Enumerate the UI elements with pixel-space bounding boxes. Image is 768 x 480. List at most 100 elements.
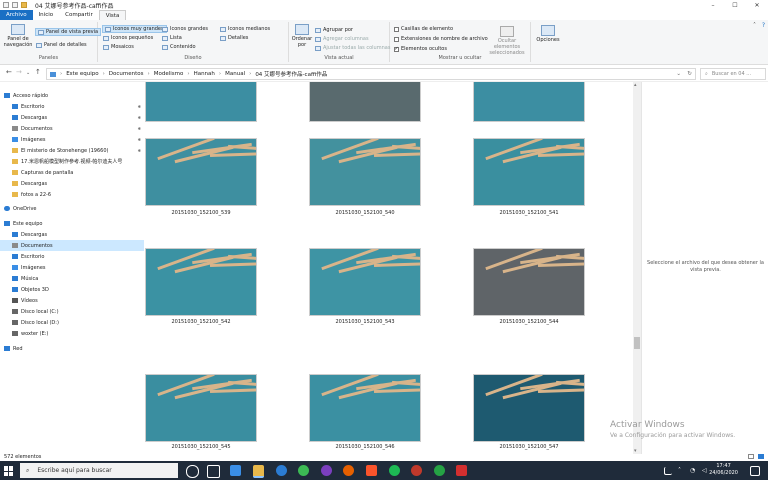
close-button[interactable]: ✕ bbox=[746, 0, 768, 10]
nav-imagenes[interactable]: Imágenes ✱ bbox=[0, 134, 144, 145]
maximize-button[interactable]: ☐ bbox=[724, 0, 746, 10]
nav-pc-escritorio[interactable]: Escritorio bbox=[0, 251, 144, 262]
nav-pc-objetos3d[interactable]: Objetos 3D bbox=[0, 284, 144, 295]
refresh-icon[interactable]: ↻ bbox=[687, 71, 692, 77]
breadcrumb-hannah[interactable]: Hannah bbox=[194, 71, 215, 77]
file-thumbnail[interactable] bbox=[473, 374, 585, 442]
medium-icons-button[interactable]: Iconos medianos bbox=[220, 26, 270, 32]
edge-icon[interactable] bbox=[230, 465, 241, 476]
whatsapp-icon[interactable] bbox=[434, 465, 445, 476]
details-pane-button[interactable]: Panel de detalles bbox=[36, 42, 87, 48]
fit-columns-button[interactable]: Ajustar todas las columnas bbox=[315, 45, 390, 51]
file-thumbnail[interactable] bbox=[145, 248, 257, 316]
nav-capturas[interactable]: Capturas de pantalla bbox=[0, 167, 144, 178]
address-bar[interactable]: › Este equipo › Documentos › Modelismo ›… bbox=[46, 68, 696, 80]
file-thumbnail[interactable] bbox=[145, 374, 257, 442]
search-box[interactable]: ⌕ Buscar en 04 ... bbox=[700, 68, 766, 80]
nav-fotos[interactable]: fotos a 22-6 bbox=[0, 189, 144, 200]
file-thumbnail[interactable] bbox=[309, 82, 421, 122]
file-extensions-toggle[interactable]: Extensiones de nombre de archivo bbox=[394, 36, 488, 42]
sort-by-button[interactable]: Ordenar por bbox=[291, 24, 313, 48]
taskbar-search-input[interactable]: Escribe aquí para buscar bbox=[37, 467, 111, 474]
tab-archivo[interactable]: Archivo bbox=[0, 10, 33, 20]
tray-chevron-icon[interactable]: ˄ bbox=[678, 467, 685, 474]
nav-este-equipo[interactable]: Este equipo bbox=[0, 218, 136, 229]
content-button[interactable]: Contenido bbox=[162, 44, 196, 50]
file-thumbnail[interactable] bbox=[145, 138, 257, 206]
tab-vista[interactable]: Vista bbox=[98, 10, 127, 20]
vertical-scrollbar[interactable]: ▴ ▾ bbox=[633, 82, 641, 454]
hidden-items-toggle[interactable]: ✓ Elementos ocultos bbox=[394, 46, 447, 52]
recent-locations-icon[interactable]: ⌄ bbox=[26, 70, 30, 76]
collapse-ribbon-icon[interactable]: ˄ bbox=[753, 22, 756, 29]
large-icons-button[interactable]: Iconos grandes bbox=[162, 26, 208, 32]
tiles-button[interactable]: Mosaicos bbox=[103, 44, 134, 50]
breadcrumb-este-equipo[interactable]: Este equipo bbox=[66, 71, 98, 77]
ie-icon[interactable] bbox=[276, 465, 287, 476]
nav-descargas-folder[interactable]: Descargas bbox=[0, 178, 144, 189]
item-checkboxes-toggle[interactable]: Casillas de elemento bbox=[394, 26, 453, 32]
nav-documentos[interactable]: Documentos ✱ bbox=[0, 123, 144, 134]
notifications-icon[interactable] bbox=[750, 466, 760, 476]
nav-disk-c[interactable]: Disco local (C:) bbox=[0, 306, 144, 317]
options-button[interactable]: Opciones bbox=[535, 25, 561, 43]
back-icon[interactable]: ← bbox=[6, 68, 12, 76]
file-thumbnail[interactable] bbox=[145, 82, 257, 122]
list-button[interactable]: Lista bbox=[162, 35, 182, 41]
breadcrumb-documentos[interactable]: Documentos bbox=[109, 71, 144, 77]
file-thumbnail[interactable] bbox=[309, 248, 421, 316]
nav-red[interactable]: Red bbox=[0, 343, 136, 354]
file-thumbnail[interactable] bbox=[309, 138, 421, 206]
up-icon[interactable]: ↑ bbox=[35, 68, 41, 76]
nav-stonehenge[interactable]: El misterio de Stonehenge (19660) ✱ bbox=[0, 145, 144, 156]
taskbar-search-box[interactable]: ⌕ Escribe aquí para buscar bbox=[20, 463, 178, 478]
acrobat-icon[interactable] bbox=[456, 465, 467, 476]
file-thumbnail[interactable] bbox=[473, 82, 585, 122]
windows-start-icon[interactable] bbox=[4, 466, 14, 476]
add-columns-button[interactable]: Agregar columnas bbox=[315, 36, 369, 42]
xl-icons-button[interactable]: Iconos muy grandes bbox=[102, 25, 167, 33]
forward-icon[interactable]: → bbox=[16, 68, 22, 76]
group-by-button[interactable]: Agrupar por bbox=[315, 27, 353, 33]
nav-quick-access[interactable]: Acceso rápido bbox=[0, 90, 136, 101]
breadcrumb-manual[interactable]: Manual bbox=[225, 71, 245, 77]
address-dropdown-icon[interactable]: ⌄ bbox=[676, 71, 681, 77]
small-icons-button[interactable]: Iconos pequeños bbox=[103, 35, 153, 41]
hide-selected-button[interactable]: Ocultar elementos seleccionados bbox=[485, 26, 529, 56]
new-folder-icon[interactable] bbox=[12, 2, 18, 8]
nav-pc-imagenes[interactable]: Imágenes bbox=[0, 262, 144, 273]
scrollbar-thumb[interactable] bbox=[634, 337, 640, 349]
nav-escritorio[interactable]: Escritorio ✱ bbox=[0, 101, 144, 112]
people-icon[interactable] bbox=[664, 467, 672, 475]
file-extensions-checkbox[interactable] bbox=[394, 36, 399, 42]
scroll-up-icon[interactable]: ▴ bbox=[634, 82, 637, 88]
nav-disk-d[interactable]: Disco local (D:) bbox=[0, 317, 144, 328]
spotify-icon[interactable] bbox=[389, 465, 400, 476]
nav-pc-documentos[interactable]: Documentos bbox=[0, 240, 144, 251]
cortana-icon[interactable] bbox=[186, 465, 199, 478]
firefox-icon[interactable] bbox=[343, 465, 354, 476]
nav-disk-e[interactable]: woxter (E:) bbox=[0, 328, 144, 339]
file-thumbnail[interactable] bbox=[473, 248, 585, 316]
hidden-items-checkbox[interactable]: ✓ bbox=[394, 46, 399, 52]
tab-inicio[interactable]: Inicio bbox=[33, 10, 60, 20]
chrome-icon[interactable] bbox=[298, 465, 309, 476]
media-player-icon[interactable] bbox=[411, 465, 422, 476]
nav-pc-musica[interactable]: Música bbox=[0, 273, 144, 284]
nav-descargas[interactable]: Descargas ✱ bbox=[0, 112, 144, 123]
details-button[interactable]: Detalles bbox=[220, 35, 248, 41]
breadcrumb-modelismo[interactable]: Modelismo bbox=[154, 71, 184, 77]
task-view-icon[interactable] bbox=[207, 465, 220, 478]
nav-pc-videos[interactable]: Vídeos bbox=[0, 295, 144, 306]
nav-onedrive[interactable]: OneDrive bbox=[0, 203, 136, 214]
large-icons-view-icon[interactable] bbox=[758, 454, 764, 459]
volume-icon[interactable]: ◁ bbox=[702, 467, 709, 474]
preview-pane-button[interactable]: Panel de vista previa bbox=[35, 28, 102, 36]
file-thumbnail[interactable] bbox=[309, 374, 421, 442]
breadcrumb-current-folder[interactable]: 04 艾娜号参考作品-caffi作品 bbox=[255, 70, 327, 78]
file-explorer-icon[interactable] bbox=[253, 465, 264, 478]
search-input[interactable]: Buscar en 04 ... bbox=[712, 71, 751, 77]
file-thumbnail[interactable] bbox=[473, 138, 585, 206]
nav-pc-descargas[interactable]: Descargas bbox=[0, 229, 144, 240]
nav-folder-17[interactable]: 17.米恩帆船模型制作参考.视频-帕尔迪夫人号 bbox=[0, 156, 144, 167]
